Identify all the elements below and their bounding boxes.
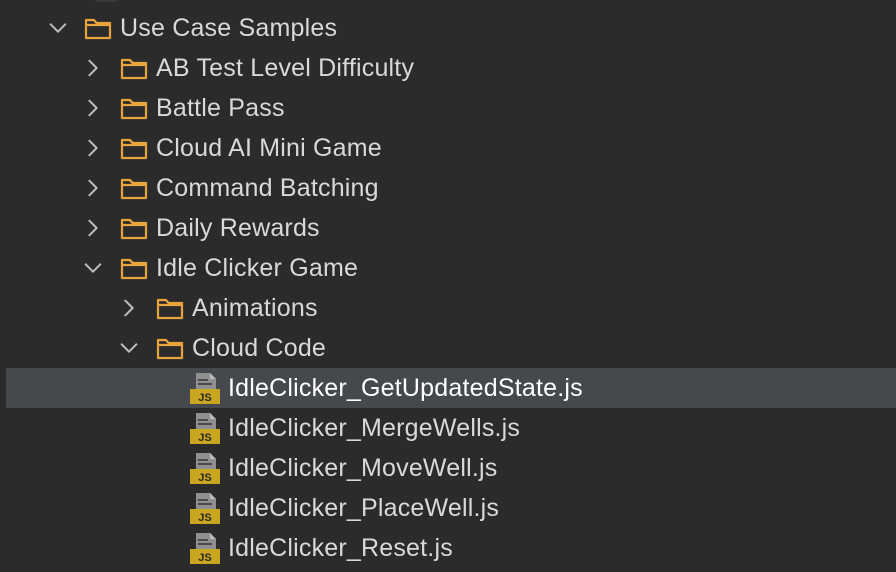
tree-node-daily-rewards[interactable]: Daily Rewards [0,208,896,248]
folder-icon [120,96,148,120]
tree-file-idleclicker-getupdatedstate[interactable]: IdleClicker_GetUpdatedState.js [6,368,896,408]
tree-file-idleclicker-reset[interactable]: IdleClicker_Reset.js [0,528,896,568]
js-file-icon [190,491,222,525]
tree-node-label: Animations [192,294,318,322]
chevron-right-icon[interactable] [81,48,105,88]
folder-icon [156,336,184,360]
tree-node-cloud-ai-mini-game[interactable]: Cloud AI Mini Game [0,128,896,168]
js-file-icon [190,531,222,565]
tree-node-label: Command Batching [156,174,379,202]
chevron-right-icon[interactable] [81,88,105,128]
tree-file-label: IdleClicker_GetUpdatedState.js [228,374,583,402]
tree-node-label: Use Case Samples [120,14,338,42]
tree-node-label: Cloud Code [192,334,327,362]
chevron-right-icon[interactable] [117,288,141,328]
folder-icon [120,136,148,160]
tree-file-label: IdleClicker_PlaceWell.js [228,494,500,522]
folder-icon [120,216,148,240]
js-file-icon [190,371,222,405]
tree-node-idle-clicker-game[interactable]: Idle Clicker Game [0,248,896,288]
folder-icon [156,296,184,320]
tree-file-label: IdleClicker_MoveWell.js [228,454,498,482]
tree-node-command-batching[interactable]: Command Batching [0,168,896,208]
tree-node-label: AB Test Level Difficulty [156,54,415,82]
chevron-down-icon[interactable] [81,248,105,288]
chevron-right-icon[interactable] [81,128,105,168]
chevron-down-icon[interactable] [117,328,141,368]
tree-node-ab-test-level-difficulty[interactable]: AB Test Level Difficulty [0,48,896,88]
tree-node-label: Cloud AI Mini Game [156,134,382,162]
tree-file-idleclicker-movewell[interactable]: IdleClicker_MoveWell.js [0,448,896,488]
chevron-right-icon[interactable] [81,208,105,248]
tree-file-label: IdleClicker_Reset.js [228,534,453,562]
tree-node-animations[interactable]: Animations [0,288,896,328]
tree-node-battle-pass[interactable]: Battle Pass [0,88,896,128]
folder-icon [120,56,148,80]
js-file-icon [190,451,222,485]
project-tree: Use Case Samples AB Test Level Difficult… [0,0,896,572]
scrolled-row-fragment [95,0,117,2]
folder-icon [120,176,148,200]
tree-node-label: Battle Pass [156,94,285,122]
tree-file-label: IdleClicker_MergeWells.js [228,414,521,442]
folder-icon [84,16,112,40]
js-file-icon [190,411,222,445]
tree-file-idleclicker-placewell[interactable]: IdleClicker_PlaceWell.js [0,488,896,528]
folder-icon [120,256,148,280]
tree-node-label: Daily Rewards [156,214,320,242]
chevron-down-icon[interactable] [46,8,70,48]
tree-node-use-case-samples[interactable]: Use Case Samples [0,8,896,48]
tree-node-label: Idle Clicker Game [156,254,359,282]
tree-node-cloud-code[interactable]: Cloud Code [0,328,896,368]
tree-file-idleclicker-mergewells[interactable]: IdleClicker_MergeWells.js [0,408,896,448]
chevron-right-icon[interactable] [81,168,105,208]
